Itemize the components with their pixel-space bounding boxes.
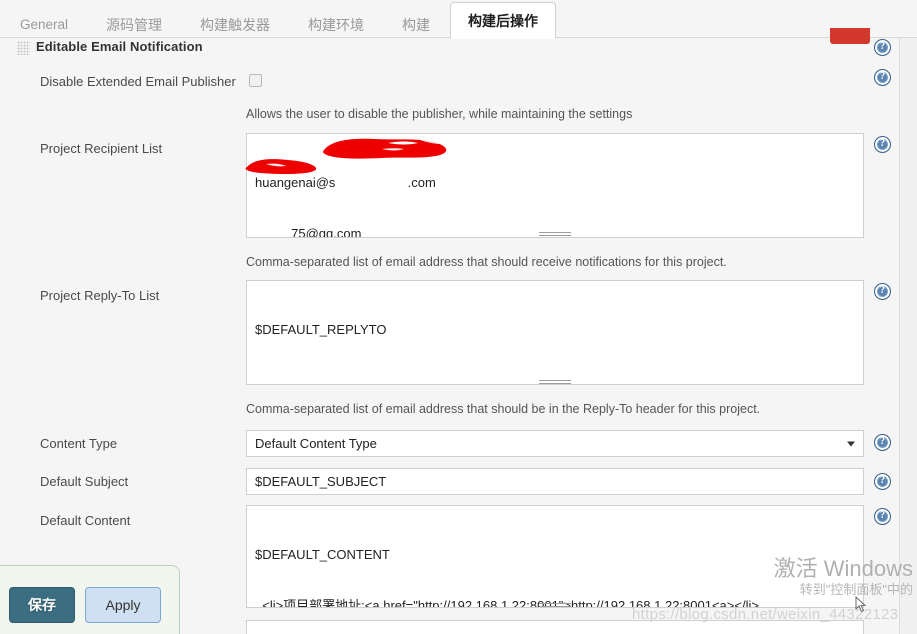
- content-type-selected-value: Default Content Type: [255, 436, 377, 451]
- tab-5[interactable]: 构建: [384, 9, 448, 39]
- default-subject-value: $DEFAULT_SUBJECT: [255, 474, 387, 489]
- disable-publisher-checkbox[interactable]: [249, 74, 262, 87]
- chevron-down-icon: [847, 441, 855, 446]
- content-type-label: Content Type: [40, 436, 118, 451]
- tab-4[interactable]: 构建环境: [290, 9, 382, 39]
- tab-6[interactable]: 构建后操作: [450, 2, 557, 39]
- default-content-label: Default Content: [40, 513, 131, 528]
- save-button[interactable]: 保存: [9, 587, 75, 623]
- project-reply-to-list-helptext: Comma-separated list of email address th…: [246, 402, 761, 416]
- next-field-input[interactable]: [246, 620, 864, 634]
- default-content-textarea-resize-grip[interactable]: [539, 603, 571, 609]
- content-type-select[interactable]: Default Content Type: [246, 430, 864, 457]
- config-tab-bar: General 源码管理 构建触发器 构建环境 构建 构建后操作: [0, 0, 917, 39]
- drag-handle-icon[interactable]: [17, 41, 30, 55]
- tab-list: General 源码管理 构建触发器 构建环境 构建 构建后操作: [0, 0, 558, 39]
- help-question-icon[interactable]: ?: [874, 283, 891, 300]
- tab-3[interactable]: 构建触发器: [182, 9, 288, 39]
- default-subject-label: Default Subject: [40, 474, 129, 489]
- recipient-textarea-resize-grip[interactable]: [539, 232, 571, 238]
- jenkins-job-config-page: General 源码管理 构建触发器 构建环境 构建 构建后操作 Editable Ema…: [0, 0, 917, 634]
- help-question-icon[interactable]: ?: [874, 39, 891, 56]
- right-rail: [899, 38, 917, 634]
- project-reply-to-list-textarea[interactable]: $DEFAULT_REPLYTO: [246, 280, 864, 385]
- help-question-icon[interactable]: ?: [874, 473, 891, 490]
- default-subject-input[interactable]: $DEFAULT_SUBJECT: [246, 468, 864, 495]
- reply-to-value: $DEFAULT_REPLYTO: [255, 322, 387, 337]
- default-content-textarea[interactable]: $DEFAULT_CONTENT <li>项目部署地址:<a href="htt…: [246, 505, 864, 608]
- help-question-icon[interactable]: ?: [874, 434, 891, 451]
- project-reply-to-list-label: Project Reply-To List: [40, 288, 160, 303]
- save-bar: 保存 Apply: [0, 565, 180, 634]
- help-question-icon[interactable]: ?: [874, 136, 891, 153]
- reply-to-textarea-resize-grip[interactable]: [539, 380, 571, 386]
- delete-publisher-button[interactable]: [830, 28, 870, 44]
- disable-publisher-label: Disable Extended Email Publisher: [40, 74, 236, 89]
- project-recipient-list-helptext: Comma-separated list of email address th…: [246, 255, 727, 269]
- tab-1[interactable]: General: [2, 9, 86, 39]
- tab-2[interactable]: 源码管理: [88, 9, 180, 39]
- project-recipient-list-textarea[interactable]: huangenai@s .com 75@qq.com: [246, 133, 864, 238]
- disable-publisher-helptext: Allows the user to disable the publisher…: [246, 107, 633, 121]
- help-question-icon[interactable]: ?: [874, 508, 891, 525]
- default-content-line-1: $DEFAULT_CONTENT: [255, 547, 390, 562]
- help-question-icon[interactable]: ?: [874, 69, 891, 86]
- recipient-line-1: huangenai@s .com: [255, 175, 436, 190]
- section-title: Editable Email Notification: [36, 39, 203, 54]
- project-recipient-list-label: Project Recipient List: [40, 141, 163, 156]
- apply-button[interactable]: Apply: [85, 587, 161, 623]
